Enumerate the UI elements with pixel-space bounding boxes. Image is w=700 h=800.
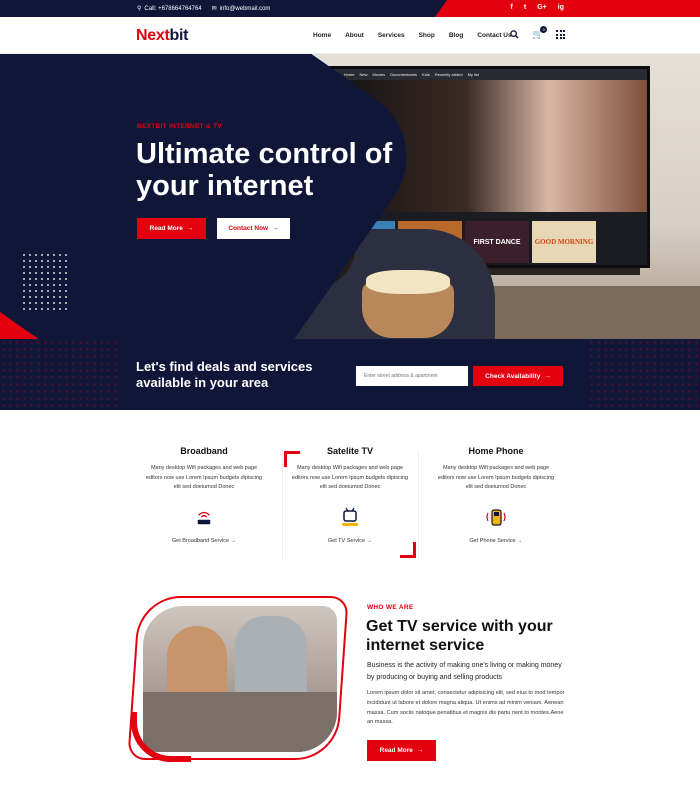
- tv-menu-item: Recently added: [434, 72, 463, 77]
- service-divider: [418, 450, 419, 560]
- cart-icon[interactable]: 🛒 0: [532, 26, 548, 40]
- twitter-icon[interactable]: t: [524, 4, 526, 11]
- service-text: Many desktop Wifi packages and web page …: [437, 465, 555, 490]
- services-section: Broadband Many desktop Wifi packages and…: [136, 440, 566, 570]
- tv-tile: GOOD MORNING: [532, 221, 596, 263]
- search-icon[interactable]: [510, 30, 519, 39]
- service-title: Satelite TV: [326, 446, 373, 456]
- tv-menu-item: New: [359, 72, 368, 77]
- about-read-more-label: Read More: [379, 747, 413, 754]
- service-card-tv: Satelite TV Many desktop Wifi packages a…: [290, 440, 410, 544]
- service-text: Many desktop Wifi packages and web page …: [145, 465, 263, 490]
- logo-part-b: bit: [169, 27, 189, 44]
- hero-contact-button[interactable]: Contact Now →: [217, 218, 290, 239]
- top-contact: ⚲ Call: +678664764764 ✉ info@webmail.com: [137, 5, 271, 13]
- top-bar: ⚲ Call: +678664764764 ✉ info@webmail.com f…: [0, 0, 700, 17]
- service-card-broadband: Broadband Many desktop Wifi packages and…: [144, 440, 264, 544]
- about-eyebrow: WHO WE ARE: [367, 604, 414, 611]
- email-contact[interactable]: ✉ info@webmail.com: [211, 5, 271, 13]
- header-icons: 🛒 0: [510, 26, 566, 40]
- deals-title: Let's find deals and services available …: [136, 359, 313, 390]
- tv-menu-item: Home: [343, 72, 355, 77]
- arrow-right-icon: →: [416, 747, 424, 754]
- map-pin-icon: ⚲: [137, 6, 142, 12]
- about-image: [127, 596, 349, 762]
- about-read-more-button[interactable]: Read More →: [367, 740, 436, 761]
- arrow-right-icon: →: [366, 537, 373, 544]
- phone-contact[interactable]: ⚲ Call: +678664764764: [137, 5, 202, 13]
- nav-contact[interactable]: Contact Us: [477, 32, 511, 39]
- social-links: f t G+ ig: [511, 4, 564, 11]
- instagram-icon[interactable]: ig: [558, 4, 564, 11]
- service-card-phone: Home Phone Many desktop Wifi packages an…: [436, 440, 556, 544]
- hero-read-more-button[interactable]: Read More →: [137, 218, 206, 239]
- logo-part-a: Next: [136, 27, 170, 44]
- nav-services[interactable]: Services: [378, 32, 405, 39]
- hero-title: Ultimate control of your internet: [136, 138, 393, 202]
- phone-text: Call: +678664764764: [144, 5, 202, 12]
- tv-menu-item: My list: [467, 72, 479, 77]
- grid-menu-icon[interactable]: [556, 30, 566, 39]
- facebook-icon[interactable]: f: [511, 4, 513, 11]
- google-plus-icon[interactable]: G+: [537, 4, 547, 11]
- service-title: Home Phone: [468, 446, 524, 456]
- cart-badge: 0: [540, 26, 548, 33]
- tv-menu-bar: CINEMA Home New Movies Documentaries Kid…: [319, 69, 647, 80]
- tv-menu-item: Kids: [422, 72, 430, 77]
- tv-menu-item: Documentaries: [390, 72, 418, 77]
- hero-dot-pattern: [21, 252, 71, 312]
- main-header: Nextbit Home About Services Shop Blog Co…: [0, 17, 700, 54]
- satellite-dish-icon: [340, 507, 360, 527]
- service-link-label: Get Broadband Service: [171, 537, 230, 544]
- about-lead: Business is the activity of making one's…: [367, 662, 562, 681]
- hero-read-more-label: Read More: [149, 225, 183, 232]
- arrow-right-icon: →: [544, 372, 551, 380]
- about-body: Lorem ipsum dolor sit amet, consectetur …: [367, 690, 565, 726]
- service-link-label: Get Phone Service: [469, 537, 516, 544]
- service-link[interactable]: Get TV Service →: [290, 538, 410, 544]
- service-divider: [282, 450, 283, 560]
- envelope-icon: ✉: [211, 6, 217, 12]
- nav-home[interactable]: Home: [313, 32, 331, 39]
- top-bar-red-band: [435, 0, 700, 17]
- check-availability-button[interactable]: Check Availability →: [473, 366, 563, 386]
- address-input[interactable]: [356, 366, 468, 386]
- service-link[interactable]: Get Phone Service →: [436, 538, 556, 544]
- nav-blog[interactable]: Blog: [449, 32, 463, 39]
- main-nav: Home About Services Shop Blog Contact Us: [313, 32, 512, 39]
- service-link[interactable]: Get Broadband Service →: [144, 538, 264, 544]
- logo[interactable]: Nextbit: [136, 27, 188, 45]
- popcorn-bowl: [362, 270, 454, 338]
- service-text: Many desktop Wifi packages and web page …: [291, 465, 409, 490]
- deals-section: Let's find deals and services available …: [0, 339, 700, 410]
- hero-eyebrow: NEXTBIT INTERNET & TV: [137, 123, 223, 130]
- arrow-right-icon: →: [230, 537, 237, 544]
- about-title: Get TV service with your internet servic…: [366, 618, 553, 654]
- phone-icon: [486, 507, 506, 527]
- email-text: info@webmail.com: [219, 5, 271, 12]
- router-icon: [194, 507, 214, 527]
- service-title: Broadband: [180, 446, 228, 456]
- hero-contact-label: Contact Now: [228, 225, 269, 232]
- service-link-label: Get TV Service: [327, 537, 366, 544]
- nav-about[interactable]: About: [345, 32, 364, 39]
- nav-shop[interactable]: Shop: [419, 32, 435, 39]
- check-availability-label: Check Availability: [485, 372, 541, 380]
- tv-menu-item: Movies: [372, 72, 386, 77]
- arrow-right-icon: →: [517, 537, 523, 544]
- arrow-right-icon: →: [272, 225, 279, 232]
- arrow-right-icon: →: [186, 225, 194, 232]
- corner-accent: [400, 542, 416, 558]
